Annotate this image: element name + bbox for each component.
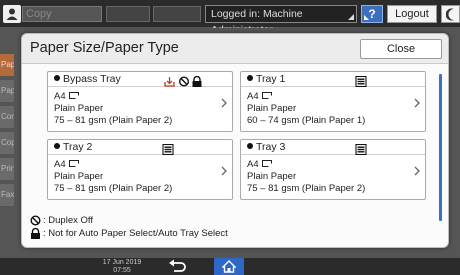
bullet-icon xyxy=(54,75,60,81)
copy-app-tab[interactable]: Copy xyxy=(22,6,102,22)
bullet-icon xyxy=(54,143,60,149)
dialog-header: Paper Size/Paper Type Close xyxy=(22,34,448,64)
chevron-right-icon xyxy=(414,166,420,176)
paper-size: A4 xyxy=(54,159,66,170)
background-tab: Prin xyxy=(0,158,14,180)
date-text: 17 Jun 2019 xyxy=(102,259,142,266)
paper-size: A4 xyxy=(247,91,259,102)
paper-weight: 75 – 81 gsm (Plain Paper 2) xyxy=(54,183,173,194)
paper-level-icon xyxy=(355,75,367,88)
tray-header: Tray 2 xyxy=(48,140,232,156)
tray-status-icons xyxy=(355,74,367,88)
energy-saver-button[interactable] xyxy=(441,5,460,23)
paper-orientation-icon xyxy=(261,160,272,167)
chevron-right-icon xyxy=(221,98,227,108)
background-tab: Fax xyxy=(0,184,14,206)
back-arrow-icon xyxy=(169,259,186,272)
tray-header: Tray 1 xyxy=(241,72,425,88)
legend-text: : Duplex Off xyxy=(43,215,93,226)
paper-orientation-icon xyxy=(68,92,79,99)
login-status[interactable]: Logged in: Machine Administrator xyxy=(205,5,357,36)
paper-level-icon xyxy=(355,143,367,156)
help-button[interactable]: ? xyxy=(361,5,383,23)
back-button[interactable] xyxy=(167,259,187,274)
paper-weight: 75 – 81 gsm (Plain Paper 2) xyxy=(247,183,366,194)
tray-card-3[interactable]: Tray 3 A4 Plain Paper 75 – 81 gsm (Plain… xyxy=(240,139,426,200)
date-time: 17 Jun 2019 07:55 xyxy=(102,258,142,275)
bottom-bar: 17 Jun 2019 07:55 xyxy=(0,258,460,275)
background-tab: Cop xyxy=(0,132,14,154)
app-slot[interactable] xyxy=(153,6,201,22)
tray-status-icons xyxy=(355,142,367,156)
legend-text: : Not for Auto Paper Select/Auto Tray Se… xyxy=(43,228,228,239)
background-tab: Pap xyxy=(0,80,14,102)
tray-name: Tray 2 xyxy=(54,141,92,153)
paper-type: Plain Paper xyxy=(54,171,104,182)
app-slot[interactable] xyxy=(106,6,150,22)
tray-details: A4 Plain Paper 60 – 74 gsm (Plain Paper … xyxy=(247,91,365,127)
tray-status-icons xyxy=(164,74,208,87)
dialog-title: Paper Size/Paper Type xyxy=(30,40,179,56)
home-button[interactable] xyxy=(214,258,244,275)
help-label: ? xyxy=(368,7,376,21)
paper-type: Plain Paper xyxy=(54,103,104,114)
bypass-tray-icon xyxy=(164,77,175,87)
paper-size: A4 xyxy=(54,91,66,102)
time-text: 07:55 xyxy=(113,267,131,274)
expand-corner-icon xyxy=(364,15,369,20)
paper-orientation-icon xyxy=(68,160,79,167)
expand-corner-icon xyxy=(348,14,354,20)
home-icon xyxy=(222,260,236,273)
tray-status-icons xyxy=(162,142,174,156)
background-tab: Pap xyxy=(0,54,14,76)
tray-details: A4 Plain Paper 75 – 81 gsm (Plain Paper … xyxy=(54,91,172,127)
status-bar: Copy Logged in: Machine Administrator ? … xyxy=(0,0,460,36)
moon-icon xyxy=(446,8,454,21)
duplex-off-icon xyxy=(30,215,41,226)
tray-details: A4 Plain Paper 75 – 81 gsm (Plain Paper … xyxy=(54,159,172,195)
bullet-icon xyxy=(247,143,253,149)
paper-orientation-icon xyxy=(261,92,272,99)
tray-name: Tray 3 xyxy=(247,141,285,153)
tray-header: Tray 3 xyxy=(241,140,425,156)
chevron-right-icon xyxy=(414,98,420,108)
lock-icon xyxy=(31,228,40,239)
scrollbar[interactable] xyxy=(439,74,442,221)
tray-details: A4 Plain Paper 75 – 81 gsm (Plain Paper … xyxy=(247,159,365,195)
chevron-right-icon xyxy=(221,166,227,176)
paper-level-icon xyxy=(162,143,174,156)
tray-header: Bypass Tray xyxy=(48,72,232,87)
paper-type: Plain Paper xyxy=(247,103,297,114)
paper-type: Plain Paper xyxy=(247,171,297,182)
paper-weight: 60 – 74 gsm (Plain Paper 1) xyxy=(247,115,366,126)
lock-icon xyxy=(192,75,202,87)
close-button[interactable]: Close xyxy=(360,39,442,59)
paper-size: A4 xyxy=(247,159,259,170)
tray-card-2[interactable]: Tray 2 A4 Plain Paper 75 – 81 gsm (Plain… xyxy=(47,139,233,200)
bullet-icon xyxy=(247,75,253,81)
paper-size-type-dialog: Paper Size/Paper Type Close Bypass Tray xyxy=(21,33,449,248)
logout-button[interactable]: Logout xyxy=(387,5,437,23)
paper-weight: 75 – 81 gsm (Plain Paper 2) xyxy=(54,115,173,126)
tray-name: Tray 1 xyxy=(247,73,285,85)
user-icon[interactable] xyxy=(3,5,21,23)
tray-card-1[interactable]: Tray 1 A4 Plain Paper 60 – 74 gsm (Plain… xyxy=(240,71,426,132)
tray-name: Bypass Tray xyxy=(54,73,121,85)
background-tab: Com xyxy=(0,106,14,128)
tray-card-bypass[interactable]: Bypass Tray A4 Plain Paper 75 – 81 gsm (… xyxy=(47,71,233,132)
duplex-off-icon xyxy=(178,76,190,87)
